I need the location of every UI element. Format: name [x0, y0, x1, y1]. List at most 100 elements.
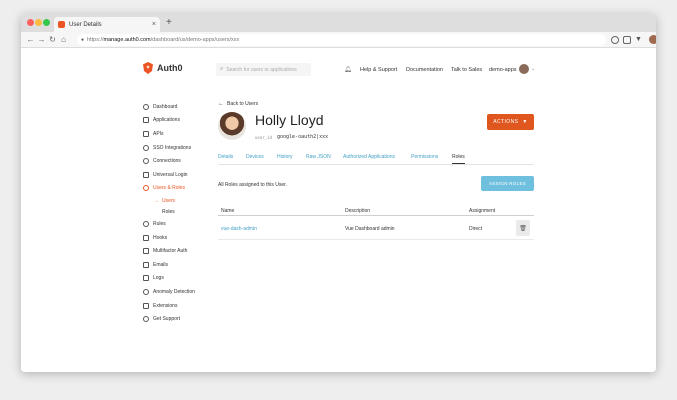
- sidebar-item-rules[interactable]: Rules: [143, 217, 223, 231]
- emails-icon: [143, 261, 149, 268]
- sidebar-item-apis[interactable]: APIs: [143, 127, 223, 141]
- table-header-row: Name Description Assignment: [218, 205, 534, 216]
- connections-icon: [143, 158, 149, 165]
- chevron-down-icon[interactable]: ⌄: [531, 66, 535, 72]
- actions-button[interactable]: ACTIONS ▼: [487, 114, 534, 130]
- roles-header: All Roles assigned to this User. ASSIGN …: [218, 171, 534, 199]
- url-input[interactable]: ● https://manage.auth0.com/dashboard/us/…: [77, 34, 606, 46]
- app-content: Auth0 ⌕ Search for users or applications…: [21, 48, 656, 372]
- user-id-label: user_id: [255, 135, 272, 140]
- extension-shield-icon[interactable]: [623, 36, 631, 44]
- documentation-link[interactable]: Documentation: [406, 67, 443, 73]
- applications-icon: [143, 117, 149, 124]
- back-arrow-icon[interactable]: ←: [25, 35, 36, 44]
- sidebar-subitem-users[interactable]: → Users: [143, 195, 223, 206]
- logo-text: Auth0: [157, 63, 183, 73]
- close-tab-icon[interactable]: ×: [152, 21, 156, 28]
- talk-to-sales-link[interactable]: Talk to Sales: [451, 67, 482, 73]
- arrow-right-icon: →: [154, 197, 159, 204]
- tab-history[interactable]: History: [277, 154, 293, 160]
- sidebar-item-connections[interactable]: Connections: [143, 154, 223, 168]
- sidebar-item-emails[interactable]: Emails: [143, 258, 223, 272]
- browser-tabbar: User Details × +: [21, 14, 656, 32]
- sidebar: Dashboard Applications APIs SSO Integrat…: [143, 100, 223, 326]
- delete-role-button[interactable]: 🗑︎: [516, 220, 530, 236]
- extension-filter-icon[interactable]: ▼: [635, 36, 643, 44]
- mfa-icon: [143, 248, 149, 255]
- extensions-icon: [143, 302, 149, 309]
- app-header: Auth0 ⌕ Search for users or applications…: [21, 48, 656, 88]
- sidebar-item-hooks[interactable]: Hooks: [143, 231, 223, 245]
- roles-table: Name Description Assignment vue-dash-adm…: [218, 205, 534, 240]
- browser-tab[interactable]: User Details ×: [54, 17, 160, 32]
- user-name: Holly Lloyd: [255, 112, 324, 128]
- user-profile-header: Holly Lloyd user_id google-oauth2|xxx AC…: [218, 112, 534, 146]
- browser-profile-avatar[interactable]: [649, 35, 656, 44]
- forward-arrow-icon[interactable]: →: [36, 35, 47, 44]
- trash-icon: 🗑︎: [519, 225, 527, 232]
- auth0-shield-icon: [143, 62, 153, 74]
- sso-icon: [143, 144, 149, 151]
- search-input[interactable]: ⌕ Search for users or applications: [216, 63, 311, 76]
- user-avatar-large: [218, 112, 246, 140]
- sidebar-item-applications[interactable]: Applications: [143, 114, 223, 128]
- arrow-left-icon: ←: [218, 101, 224, 107]
- hooks-icon: [143, 234, 149, 241]
- maximize-window-button[interactable]: [43, 19, 50, 26]
- role-description: Vue Dashboard admin: [345, 226, 395, 232]
- back-to-users-link[interactable]: ← Back to Users: [218, 100, 534, 108]
- column-header-description[interactable]: Description: [345, 208, 370, 214]
- search-placeholder: Search for users or applications: [226, 66, 297, 73]
- table-row: vue-dash-admin Vue Dashboard admin Direc…: [218, 216, 534, 240]
- tab-title: User Details: [69, 21, 102, 28]
- logs-icon: [143, 275, 149, 282]
- support-icon: [143, 316, 149, 323]
- home-icon[interactable]: ⌂: [58, 35, 69, 44]
- sidebar-item-logs[interactable]: Logs: [143, 272, 223, 286]
- tenant-menu[interactable]: demo-apps: [489, 67, 517, 73]
- extension-info-icon[interactable]: [611, 36, 619, 44]
- sidebar-item-users-roles[interactable]: Users & Roles: [143, 182, 223, 196]
- role-assignment: Direct: [469, 226, 483, 232]
- sidebar-item-sso-integrations[interactable]: SSO Integrations: [143, 141, 223, 155]
- help-support-link[interactable]: Help & Support: [360, 67, 397, 73]
- sidebar-item-dashboard[interactable]: Dashboard: [143, 100, 223, 114]
- user-id-value: google-oauth2|xxx: [277, 134, 329, 140]
- roles-description: All Roles assigned to this User.: [218, 182, 287, 188]
- sidebar-item-anomaly-detection[interactable]: Anomaly Detection: [143, 285, 223, 299]
- sidebar-item-extensions[interactable]: Extensions: [143, 299, 223, 313]
- column-header-name[interactable]: Name: [221, 208, 234, 214]
- tab-devices[interactable]: Devices: [246, 154, 264, 160]
- role-name-link[interactable]: vue-dash-admin: [221, 226, 257, 232]
- address-bar-row: ← → ↻ ⌂ ● https://manage.auth0.com/dashb…: [21, 32, 656, 48]
- sidebar-item-get-support[interactable]: Get Support: [143, 312, 223, 326]
- notifications-bell-icon[interactable]: 🔔︎: [344, 66, 352, 73]
- browser-window: User Details × + ← → ↻ ⌂ ● https://manag…: [21, 14, 656, 372]
- tab-details[interactable]: Details: [218, 154, 233, 160]
- sidebar-item-multifactor-auth[interactable]: Multifactor Auth: [143, 244, 223, 258]
- assign-roles-button[interactable]: ASSIGN ROLES: [481, 176, 534, 191]
- auth0-logo[interactable]: Auth0: [143, 62, 183, 74]
- tab-raw-json[interactable]: Raw JSON: [306, 154, 331, 160]
- tab-authorized-applications[interactable]: Authorized Applications: [343, 154, 395, 160]
- sidebar-subitem-roles[interactable]: Roles: [143, 206, 223, 217]
- search-icon: ⌕: [220, 66, 224, 72]
- sidebar-item-universal-login[interactable]: Universal Login: [143, 168, 223, 182]
- rules-icon: [143, 220, 149, 227]
- close-window-button[interactable]: [27, 19, 34, 26]
- dashboard-icon: [143, 103, 149, 110]
- new-tab-button[interactable]: +: [166, 17, 172, 28]
- column-header-assignment[interactable]: Assignment: [469, 208, 495, 214]
- reload-icon[interactable]: ↻: [47, 35, 58, 44]
- user-avatar[interactable]: [519, 64, 529, 74]
- user-tabs: Details Devices History Raw JSON Authori…: [218, 152, 534, 165]
- caret-down-icon: ▼: [522, 119, 528, 125]
- lock-icon: ●: [81, 37, 85, 43]
- tab-roles[interactable]: Roles: [452, 154, 465, 164]
- minimize-window-button[interactable]: [35, 19, 42, 26]
- anomaly-icon: [143, 288, 149, 295]
- apis-icon: [143, 130, 149, 137]
- universal-login-icon: [143, 171, 149, 178]
- auth0-favicon-icon: [58, 21, 65, 28]
- tab-permissions[interactable]: Permissions: [411, 154, 438, 160]
